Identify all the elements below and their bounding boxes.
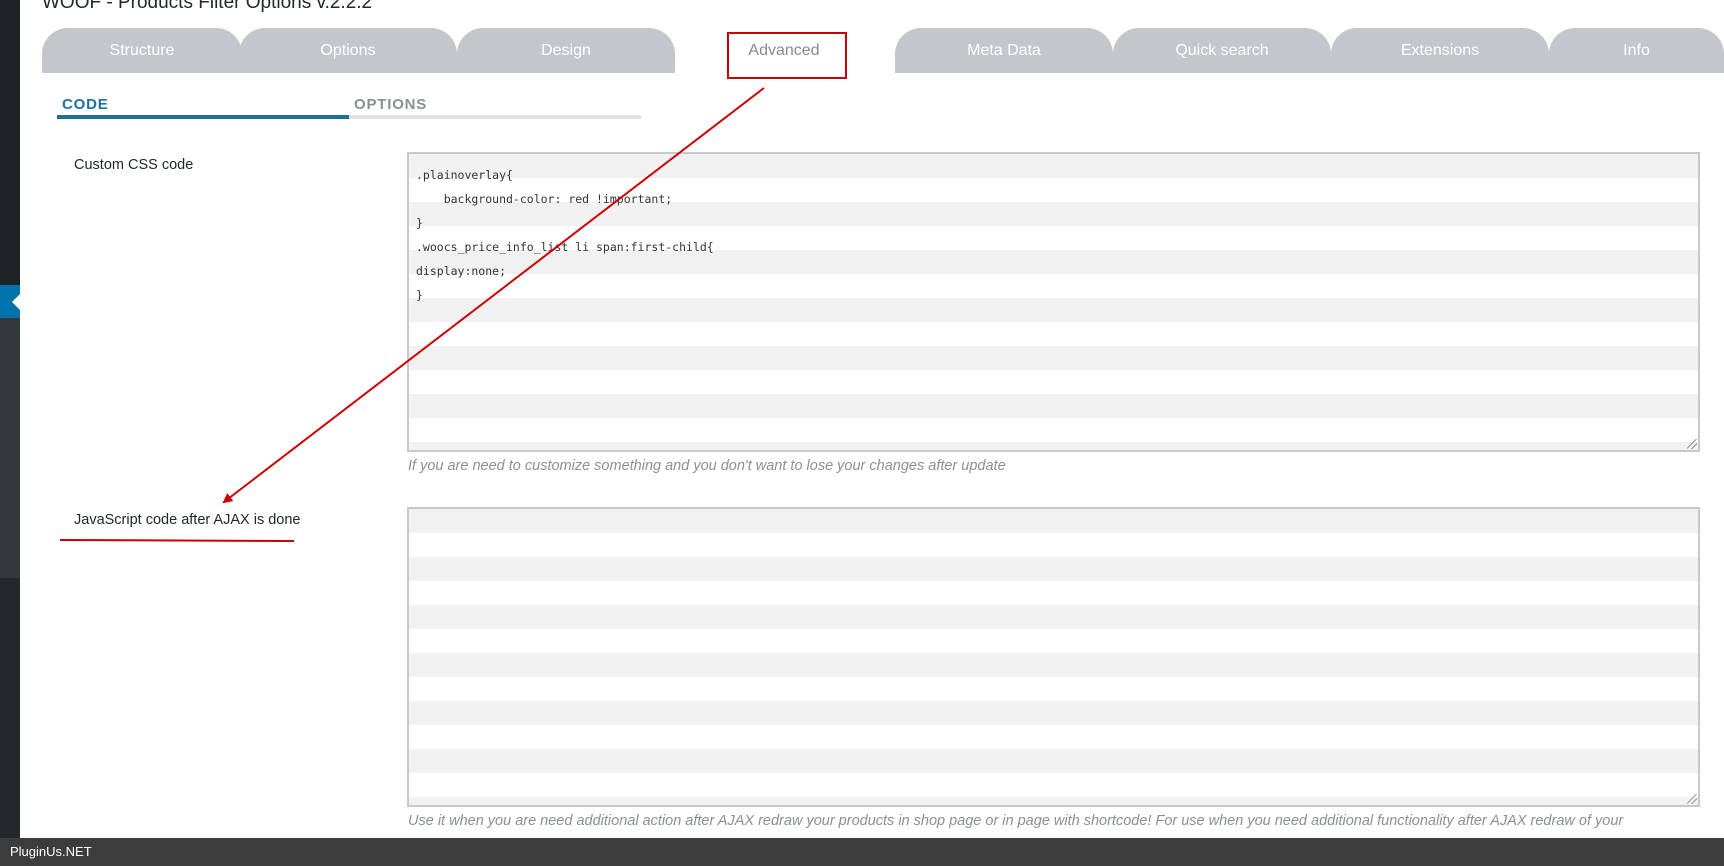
code-line: } <box>416 288 423 302</box>
tab-structure[interactable]: Structure <box>42 28 242 73</box>
custom-css-editor[interactable]: .plainoverlay{ background-color: red !im… <box>407 152 1700 452</box>
tab-extensions[interactable]: Extensions <box>1331 28 1549 73</box>
tab-quick-search[interactable]: Quick search <box>1113 28 1331 73</box>
subtab-active-indicator <box>57 115 349 119</box>
admin-active-menu-marker[interactable] <box>0 285 20 318</box>
tab-design[interactable]: Design <box>457 28 675 73</box>
code-line: display:none; <box>416 264 507 278</box>
code-line: background-color: red !important; <box>416 192 673 206</box>
js-after-ajax-editor[interactable] <box>407 507 1700 807</box>
code-line: .woocs_price_info_list li span:first-chi… <box>416 240 714 254</box>
code-line: .plainoverlay{ <box>416 168 513 182</box>
custom-css-label: Custom CSS code <box>74 157 194 173</box>
footer-credit: PluginUs.NET <box>10 844 92 859</box>
tab-advanced[interactable]: Advanced <box>675 28 893 73</box>
admin-sidebar-top <box>0 0 20 285</box>
custom-css-help: If you are need to customize something a… <box>408 458 1006 474</box>
subtab-inactive-indicator <box>349 115 641 119</box>
custom-css-code: .plainoverlay{ background-color: red !im… <box>416 163 714 307</box>
code-line: } <box>416 216 423 230</box>
tab-options[interactable]: Options <box>239 28 457 73</box>
admin-sidebar-submenu <box>0 318 20 578</box>
admin-sidebar <box>0 0 20 838</box>
tab-info[interactable]: Info <box>1549 28 1724 73</box>
js-after-ajax-help: Use it when you are need additional acti… <box>408 813 1624 829</box>
settings-content: WOOF - Products Filter Options v.2.2.2 S… <box>20 0 1724 838</box>
resize-grip-icon[interactable] <box>1687 794 1697 804</box>
page-title: WOOF - Products Filter Options v.2.2.2 <box>42 0 373 13</box>
resize-grip-icon[interactable] <box>1687 439 1697 449</box>
main-tabs: Structure Options Design Advanced Meta D… <box>42 28 1724 73</box>
tab-meta-data[interactable]: Meta Data <box>895 28 1113 73</box>
subtab-options[interactable]: OPTIONS <box>354 96 427 113</box>
js-after-ajax-label: JavaScript code after AJAX is done <box>74 512 301 528</box>
footer-bar: PluginUs.NET <box>0 838 1724 866</box>
subtab-code[interactable]: CODE <box>62 96 109 113</box>
